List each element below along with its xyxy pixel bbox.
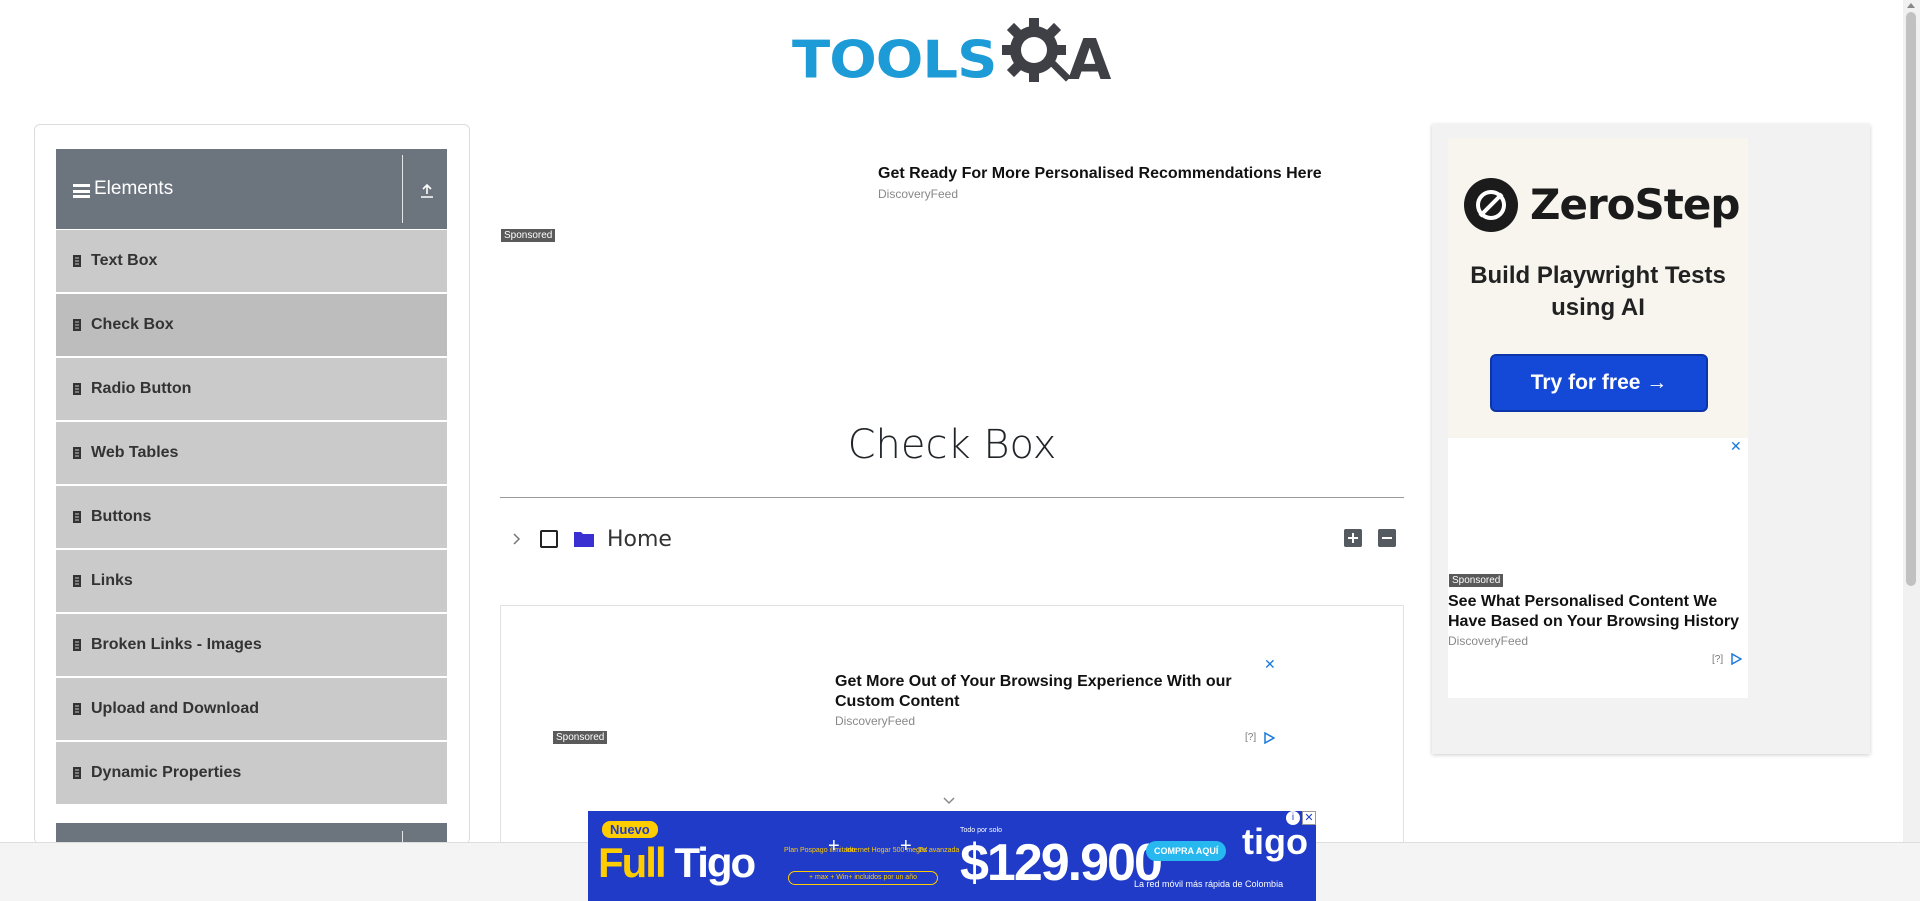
ad-source: DiscoveryFeed <box>878 187 959 201</box>
close-icon[interactable]: ✕ <box>1264 656 1276 673</box>
sidebar-item-label: Radio Button <box>91 380 192 397</box>
document-icon <box>73 575 81 587</box>
ad-source: DiscoveryFeed <box>1448 634 1529 648</box>
ad-headline[interactable]: Get More Out of Your Browsing Experience… <box>835 672 1255 712</box>
tree-node-label[interactable]: Home <box>607 527 672 552</box>
document-icon <box>73 319 81 331</box>
close-icon[interactable]: ✕ <box>1730 438 1742 455</box>
sponsored-badge: Sponsored <box>552 730 609 745</box>
zerostep-subtitle: Build Playwright Tests using AI <box>1470 262 1726 321</box>
banner-feature-plan: Plan Pospago ilimitado <box>784 847 856 854</box>
sidebar-item-label: Links <box>91 572 133 589</box>
zerostep-logo-icon <box>1464 178 1518 232</box>
ad-source: DiscoveryFeed <box>835 714 916 728</box>
group-divider <box>402 155 403 223</box>
document-icon <box>73 383 81 395</box>
sidebar-item-links[interactable]: Links <box>56 549 447 613</box>
tigo-banner-ad[interactable]: Nuevo Full Tigo Plan Pospago ilimitado +… <box>588 811 1316 901</box>
banner-included: + max + Win+ incluidos por un año <box>788 871 938 885</box>
sidebar-item-label: Dynamic Properties <box>91 764 242 781</box>
banner-headline: Full Tigo <box>598 839 756 887</box>
ad-mid[interactable]: Get More Out of Your Browsing Experience… <box>500 605 1404 845</box>
sidebar-group-forms[interactable] <box>56 823 447 844</box>
expand-all-button[interactable] <box>1344 529 1362 547</box>
sidebar: Elements Text Box Check Box Radio Button <box>34 124 470 844</box>
ad-headline[interactable]: Get Ready For More Personalised Recommen… <box>878 165 1322 183</box>
collapse-all-button[interactable] <box>1378 529 1396 547</box>
gear-magnifier-icon <box>1002 18 1071 82</box>
chevron-right-icon[interactable] <box>510 532 524 546</box>
sidebar-item-radio-button[interactable]: Radio Button <box>56 357 447 421</box>
document-icon <box>73 767 81 779</box>
sponsored-badge: Sponsored <box>1448 573 1505 588</box>
sidebar-group-elements[interactable]: Elements <box>56 149 447 229</box>
banner-price: $129.900 <box>960 834 1163 892</box>
ad-top[interactable]: Get Ready For More Personalised Recommen… <box>500 150 1400 370</box>
document-icon <box>73 511 81 523</box>
zerostep-mark-icon <box>1476 190 1506 220</box>
zerostep-ad-card[interactable]: ZeroStep Build Playwright Tests using AI… <box>1448 138 1748 438</box>
sidebar-item-upload-download[interactable]: Upload and Download <box>56 677 447 741</box>
scroll-up-icon[interactable] <box>1907 3 1915 8</box>
banner-feature-internet: Internet Hogar 500 megas <box>846 847 928 854</box>
toolsqa-logo[interactable]: TOOLS A <box>792 14 1114 93</box>
sidebar-item-text-box[interactable]: Text Box <box>56 229 447 293</box>
sponsored-badge: Sponsored <box>500 228 557 243</box>
banner-tagline: La red móvil más rápida de Colombia <box>1134 879 1284 889</box>
adchoices-label[interactable]: [?] <box>1712 654 1723 665</box>
sidebar-menu: Text Box Check Box Radio Button Web Tabl… <box>56 229 447 805</box>
sidebar-item-web-tables[interactable]: Web Tables <box>56 421 447 485</box>
sidebar-group-title: Elements <box>94 178 174 199</box>
collapse-up-icon[interactable] <box>420 183 434 199</box>
page-title: Check Box <box>847 422 1057 468</box>
tree-node-home: Home <box>510 524 672 554</box>
sidebar-item-dynamic-properties[interactable]: Dynamic Properties <box>56 741 447 805</box>
banner-badge-nuevo: Nuevo <box>602 821 658 838</box>
page: TOOLS A Elements Text Box Check Box Radi… <box>0 0 1920 901</box>
hamburger-icon <box>73 184 90 198</box>
scrollbar-thumb[interactable] <box>1906 12 1916 586</box>
sidebar-item-label: Web Tables <box>91 444 179 461</box>
sidebar-item-label: Broken Links - Images <box>91 636 262 653</box>
sidebar-item-check-box[interactable]: Check Box <box>56 293 447 357</box>
adchoices-label[interactable]: [?] <box>1245 732 1256 743</box>
document-icon <box>73 255 81 267</box>
close-icon[interactable]: ✕ <box>1302 811 1316 825</box>
ad-headline[interactable]: See What Personalised Content We Have Ba… <box>1448 592 1748 632</box>
plus-icon: + <box>828 835 840 857</box>
folder-icon <box>574 532 594 547</box>
document-icon <box>73 703 81 715</box>
adchoices-icon[interactable] <box>1263 732 1275 744</box>
sidebar-item-label: Check Box <box>91 316 174 333</box>
sidebar-item-label: Text Box <box>91 252 158 269</box>
chevron-down-icon[interactable] <box>942 796 956 806</box>
sidebar-item-label: Upload and Download <box>91 700 259 717</box>
document-icon <box>73 639 81 651</box>
banner-feature-tv: TV avanzada <box>918 847 960 854</box>
ad-right[interactable]: ZeroStep Build Playwright Tests using AI… <box>1432 124 1870 754</box>
try-for-free-button[interactable]: Try for free → <box>1490 354 1708 412</box>
adchoices-icon[interactable] <box>1730 653 1742 665</box>
title-divider <box>500 497 1404 498</box>
tigo-logo: tigo <box>1242 821 1308 862</box>
banner-full-text: Full <box>598 839 667 886</box>
document-icon <box>73 447 81 459</box>
zerostep-brand: ZeroStep <box>1530 180 1740 229</box>
page-scrollbar[interactable] <box>1903 0 1920 842</box>
sidebar-item-label: Buttons <box>91 508 152 525</box>
ad-content-area <box>1448 438 1748 698</box>
banner-cta-button[interactable]: COMPRA AQUÍ <box>1146 841 1227 861</box>
banner-tigo-text: Tigo <box>674 839 756 886</box>
info-icon[interactable]: i <box>1286 811 1300 825</box>
sidebar-item-buttons[interactable]: Buttons <box>56 485 447 549</box>
home-checkbox[interactable] <box>540 530 558 548</box>
plus-icon: + <box>900 835 912 857</box>
sidebar-item-broken-links[interactable]: Broken Links - Images <box>56 613 447 677</box>
logo-tools-text: TOOLS <box>792 30 997 91</box>
logo-a-text: A <box>1068 28 1112 93</box>
